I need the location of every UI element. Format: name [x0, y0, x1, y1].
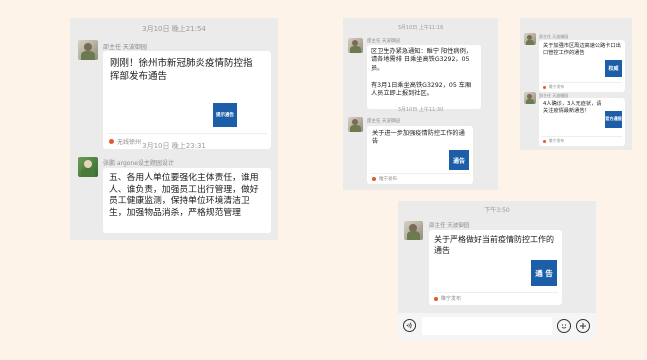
- source-label: 睢宁发布: [543, 84, 564, 90]
- message-input[interactable]: [422, 317, 552, 335]
- thumbnail-label: 通 告: [535, 268, 553, 278]
- link-card-thumbnail: 通 告: [531, 260, 557, 286]
- link-card[interactable]: 关于进一步加强疫情防控工作的通告 通告 睢宁发布: [367, 126, 473, 184]
- thumbnail-label: 权威: [608, 66, 619, 72]
- link-card-title: 关于进一步加强疫情防控工作的通告: [372, 130, 465, 146]
- text-bubble[interactable]: 区卫生办紧急通知：睢宁 阳性病例，请各地需排 日乘坐高铁G3292，05 员。 …: [367, 45, 481, 109]
- message-text: 区卫生办紧急通知：睢宁 阳性病例，请各地需排 日乘坐高铁G3292，05 员。: [371, 48, 472, 72]
- message-text: 有3月1日乘坐高铁G3292，05 车厢人员立即上报到社区。: [371, 82, 472, 98]
- text-bubble[interactable]: 五、各用人单位要强化主体责任，谁用人、谁负责，加强员工出行管理，做好员工健康监测…: [103, 168, 271, 233]
- message-text: 五、各用人单位要强化主体责任，谁用人、谁负责，加强员工出行管理，做好员工健康监测…: [109, 173, 259, 218]
- source-icon: [372, 177, 376, 181]
- avatar[interactable]: [404, 221, 423, 240]
- source-name: 睢宁发布: [441, 296, 462, 302]
- source-icon: [434, 296, 438, 301]
- timestamp: 3月10日 上午11:16: [397, 25, 444, 31]
- link-card[interactable]: 4人确诊，3人无症状，请关注疫情最新通告！ 官方通报 睢宁发布: [539, 98, 625, 146]
- avatar[interactable]: [524, 33, 536, 45]
- sender-name: 邵主任 天波御园: [367, 119, 400, 124]
- avatar[interactable]: [78, 40, 98, 60]
- sender-name: 邵主任 天波御园: [367, 39, 400, 44]
- link-card-thumbnail: 提示通告: [213, 103, 237, 127]
- source-icon: [543, 85, 546, 89]
- sender-name: 邵主任 天波御园: [429, 223, 470, 229]
- link-card-thumbnail: 官方通报: [605, 111, 622, 128]
- avatar[interactable]: [78, 157, 98, 177]
- timestamp: 3月10日 晚上23:31: [142, 142, 206, 150]
- link-card[interactable]: 关于加强市区周边高速公路卡口出口管控工作的通告 权威 睢宁发布: [539, 40, 625, 92]
- chat-panel-2: 3月10日 上午11:16 邵主任 天波御园 区卫生办紧急通知：睢宁 阳性病例，…: [343, 18, 498, 190]
- sender-name: 张鹏 argone设主题园设计: [103, 160, 174, 167]
- link-card-thumbnail: 权威: [605, 60, 622, 77]
- sender-name: 邵主任 天波御园: [103, 44, 147, 51]
- chat-panel-3: 邵主任 天波御园 关于加强市区周边高速公路卡口出口管控工作的通告 权威 睢宁发布…: [520, 18, 632, 150]
- source-name: 睢宁发布: [549, 138, 565, 143]
- link-card-thumbnail: 通告: [449, 150, 469, 170]
- link-card[interactable]: 关于严格做好当前疫情防控工作的通告 通 告 睢宁发布: [429, 230, 562, 305]
- timestamp: 3月10日 晚上21:54: [142, 25, 206, 33]
- source-label: 睢宁发布: [543, 138, 564, 144]
- chat-input-bar: [398, 313, 596, 340]
- chat-panel-1: 3月10日 晚上21:54 邵主任 天波御园 刚刚！徐州市新冠肺炎疫情防控指挥部…: [70, 18, 278, 240]
- avatar[interactable]: [524, 92, 536, 104]
- timestamp: 3月10日 上午11:30: [397, 107, 444, 113]
- avatar[interactable]: [348, 38, 363, 53]
- link-card-title: 关于严格做好当前疫情防控工作的通告: [434, 235, 554, 255]
- avatar[interactable]: [348, 117, 363, 132]
- chat-panel-4: 下午3:50 邵主任 天波御园 关于严格做好当前疫情防控工作的通告 通 告 睢宁…: [398, 201, 596, 340]
- link-card-title: 4人确诊，3人无症状，请关注疫情最新通告！: [543, 101, 602, 115]
- thumbnail-label: 官方通报: [605, 116, 622, 122]
- link-card[interactable]: 刚刚！徐州市新冠肺炎疫情防控指挥部发布通告 提示通告 无线徐州: [103, 51, 271, 149]
- source-name: 睢宁发布: [549, 84, 565, 89]
- source-label: 睢宁发布: [434, 295, 461, 302]
- link-card-title: 关于加强市区周边高速公路卡口出口管控工作的通告: [543, 43, 621, 57]
- emoji-icon[interactable]: [557, 319, 571, 333]
- link-card-title: 刚刚！徐州市新冠肺炎疫情防控指挥部发布通告: [110, 58, 253, 82]
- thumbnail-label: 提示通告: [216, 113, 234, 118]
- timestamp: 下午3:50: [484, 207, 510, 214]
- voice-icon[interactable]: [403, 319, 416, 332]
- add-icon[interactable]: [576, 319, 590, 333]
- thumbnail-label: 通告: [452, 157, 465, 165]
- source-icon: [543, 139, 546, 143]
- source-label: 睢宁发布: [372, 176, 397, 182]
- source-name: 睢宁发布: [379, 177, 397, 182]
